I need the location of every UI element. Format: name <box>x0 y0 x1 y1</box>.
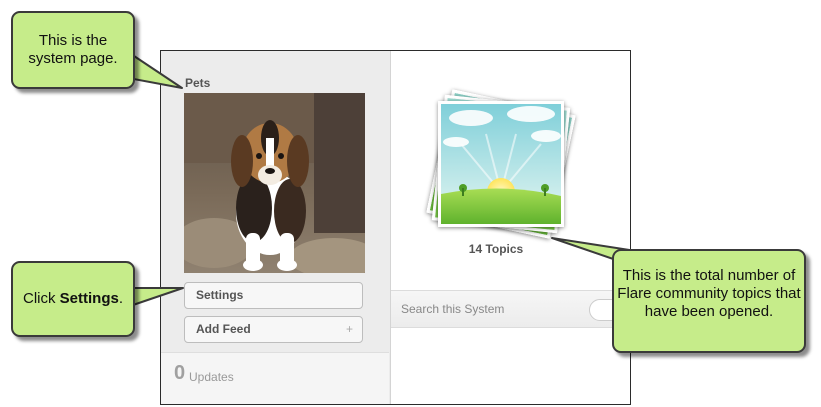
updates-count: 0 <box>174 362 186 384</box>
callout-click-target: Settings <box>59 290 119 307</box>
callout-system-page: This is the system page. <box>11 11 135 89</box>
topics-stack[interactable] <box>426 89 583 246</box>
system-photo <box>184 93 365 273</box>
add-feed-button[interactable]: Add Feed + <box>184 316 363 343</box>
topic-tile-image <box>438 101 564 227</box>
topics-panel: 14 Topics Search this System <box>391 51 630 404</box>
updates-panel: 0 Updates <box>161 352 389 404</box>
add-feed-button-label: Add Feed <box>196 322 251 336</box>
search-label: Search this System <box>401 302 505 316</box>
settings-button[interactable]: Settings <box>184 282 363 309</box>
callout-click-prefix: Click <box>22 290 60 307</box>
settings-button-label: Settings <box>196 288 244 302</box>
system-name: Pets <box>185 76 211 90</box>
system-sidebar: Pets Settings Add Feed + 0 Updates <box>161 51 391 404</box>
topics-count: 14 Topics <box>468 242 524 256</box>
callout-click-settings: Click Settings. <box>11 261 135 337</box>
system-page-screenshot: Pets Settings Add Feed + 0 Updates 14 To… <box>160 50 631 405</box>
callout-topics-total: This is the total number of Flare commun… <box>612 249 806 353</box>
search-bar: Search this System <box>391 290 630 328</box>
callout-topics-text: This is the total number of Flare commun… <box>617 267 801 320</box>
callout-system-page-text: This is the system page. <box>28 32 118 67</box>
callout-click-suffix: . <box>118 290 124 307</box>
updates-label: Updates <box>189 370 234 384</box>
plus-icon: + <box>345 322 353 336</box>
